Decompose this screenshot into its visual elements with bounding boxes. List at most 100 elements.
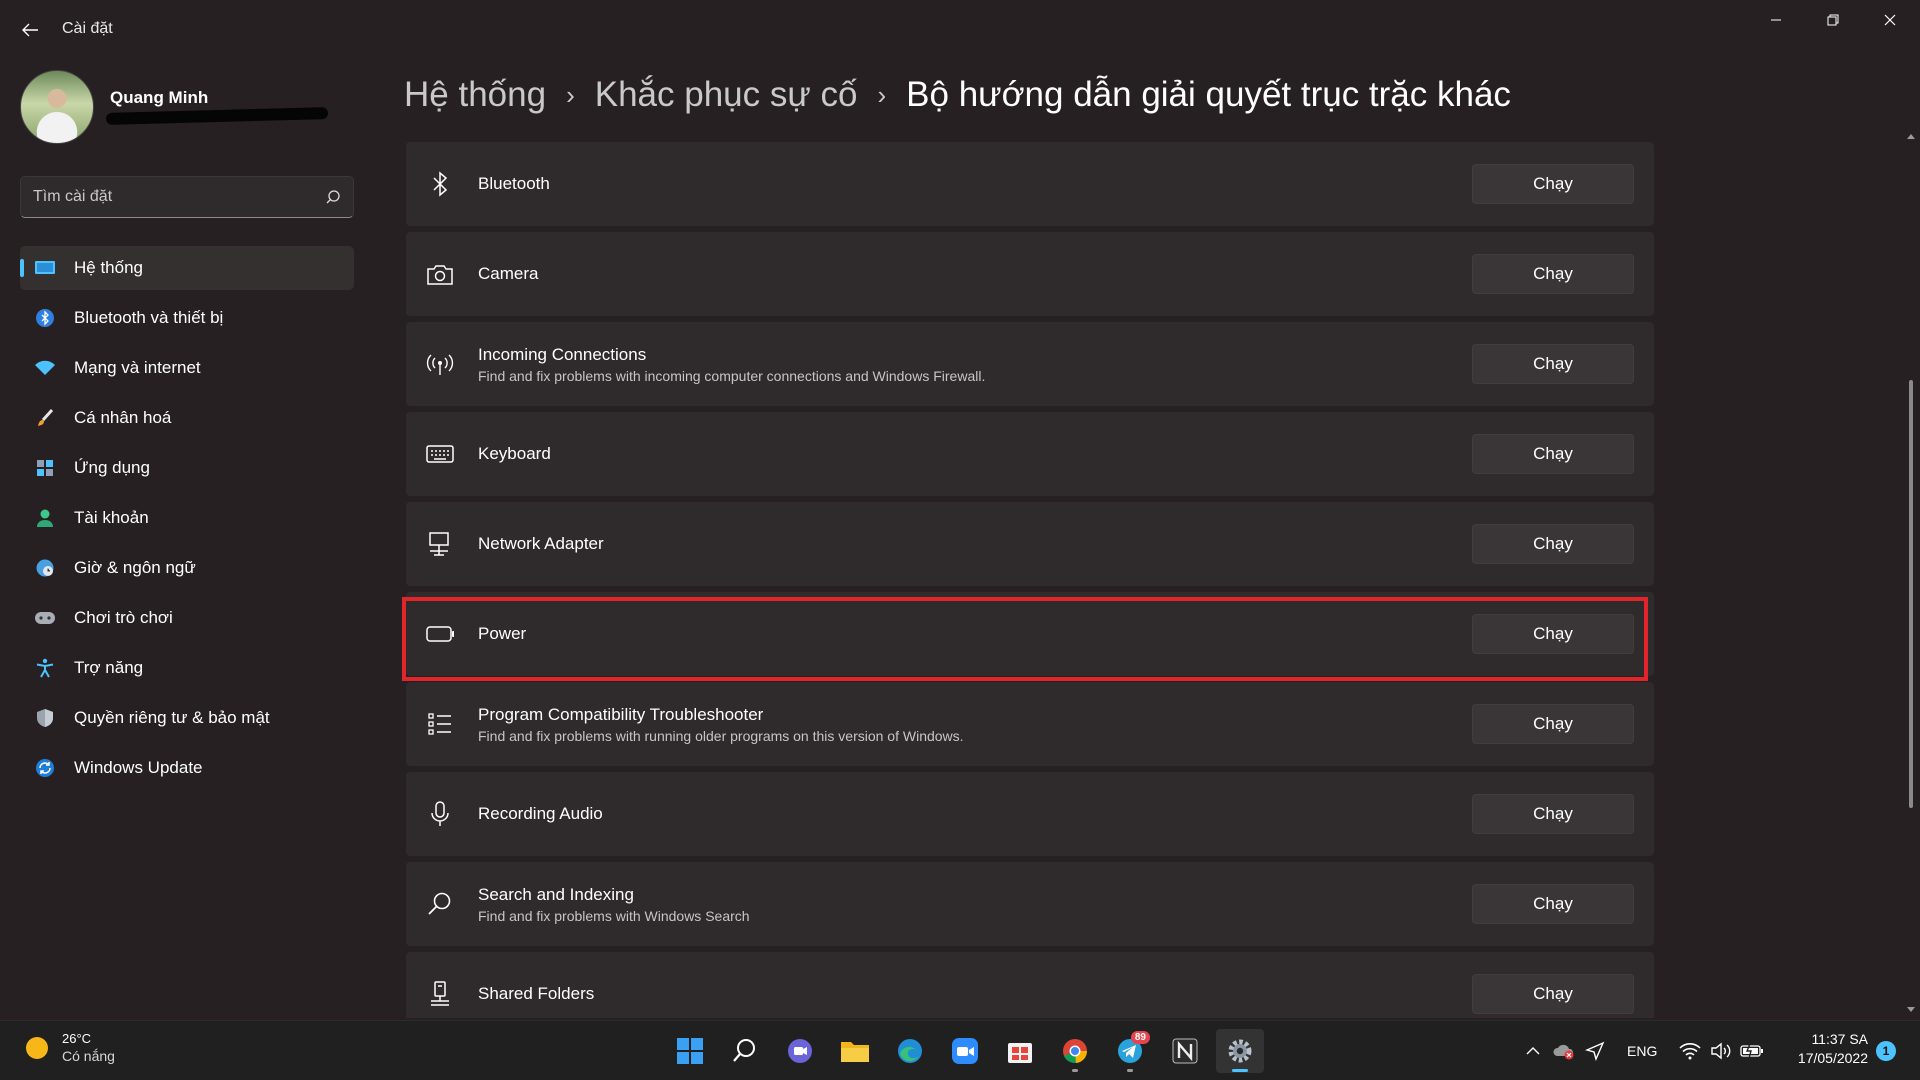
scrollbar[interactable]	[1906, 132, 1916, 1018]
minimize-button[interactable]	[1748, 0, 1804, 40]
run-incoming-connections-button[interactable]: Chạy	[1472, 344, 1634, 384]
file-explorer-button[interactable]	[831, 1029, 879, 1073]
notion-icon	[1172, 1038, 1198, 1064]
run-network-adapter-button[interactable]: Chạy	[1472, 524, 1634, 564]
settings-app-button[interactable]	[1216, 1029, 1264, 1073]
run-program-compatibility-button[interactable]: Chạy	[1472, 704, 1634, 744]
zoom-app-button[interactable]	[941, 1029, 989, 1073]
sidebar-item-accessibility[interactable]: Trợ năng	[20, 646, 354, 690]
minimize-icon	[1771, 19, 1781, 21]
input-language-button[interactable]: ENG	[1627, 1043, 1657, 1059]
troubleshooter-list: Bluetooth Chạy Camera Chạy Incoming Conn…	[406, 142, 1654, 1018]
notification-badge: 89	[1130, 1031, 1150, 1044]
troubleshooter-incoming-connections: Incoming Connections Find and fix proble…	[406, 322, 1654, 406]
location-tray-button[interactable]	[1580, 1036, 1610, 1066]
sidebar-item-label: Trợ năng	[74, 658, 144, 677]
search-icon	[326, 190, 340, 204]
sidebar-item-label: Chơi trò chơi	[74, 608, 173, 627]
navigation-arrow-icon	[1585, 1041, 1605, 1061]
shared-folder-icon	[426, 980, 454, 1008]
sidebar-item-network[interactable]: Mạng và internet	[20, 346, 354, 390]
run-power-button[interactable]: Chạy	[1472, 614, 1634, 654]
breadcrumb-separator: ›	[877, 79, 887, 110]
clock-button[interactable]: 11:37 SA 17/05/2022	[1768, 1031, 1868, 1066]
camera-icon	[426, 260, 454, 288]
sidebar-item-privacy[interactable]: Quyền riêng tư & bảo mật	[20, 696, 354, 740]
battery-tray-button[interactable]	[1737, 1036, 1767, 1066]
notion-app-button[interactable]	[1161, 1029, 1209, 1073]
sidebar-item-label: Ứng dụng	[74, 458, 150, 477]
notification-center-badge[interactable]: 1	[1876, 1041, 1896, 1061]
telegram-app-button[interactable]: 89	[1106, 1029, 1154, 1073]
sidebar-item-personalization[interactable]: Cá nhân hoá	[20, 396, 354, 440]
sidebar-item-bluetooth-devices[interactable]: Bluetooth và thiết bị	[20, 296, 354, 340]
troubleshooter-title: Incoming Connections	[478, 344, 647, 364]
troubleshooter-title: Network Adapter	[478, 534, 604, 553]
edge-icon	[898, 1039, 922, 1063]
troubleshooter-title: Program Compatibility Troubleshooter	[478, 704, 764, 724]
back-arrow-icon	[22, 23, 38, 37]
edge-browser-button[interactable]	[886, 1029, 934, 1073]
run-camera-button[interactable]: Chạy	[1472, 254, 1634, 294]
troubleshooter-recording-audio: Recording Audio Chạy	[406, 772, 1654, 856]
restore-icon	[1827, 14, 1839, 26]
sidebar-item-time-language[interactable]: Giờ & ngôn ngữ	[20, 546, 354, 590]
shield-icon	[34, 707, 56, 729]
chrome-icon	[1063, 1039, 1088, 1064]
close-button[interactable]	[1862, 0, 1918, 40]
taskbar-search-button[interactable]	[721, 1029, 769, 1073]
search-input[interactable]	[33, 188, 325, 206]
store-app-button[interactable]	[996, 1029, 1044, 1073]
sidebar-item-system[interactable]: Hệ thống	[20, 246, 354, 290]
sidebar-item-accounts[interactable]: Tài khoản	[20, 496, 354, 540]
accessibility-icon	[34, 657, 56, 679]
onedrive-tray-button[interactable]	[1549, 1036, 1579, 1066]
clock-time: 11:37 SA	[1811, 1031, 1868, 1047]
sidebar-item-label: Cá nhân hoá	[74, 408, 172, 427]
gamepad-icon	[34, 607, 56, 629]
chevron-up-icon	[1526, 1047, 1540, 1055]
taskbar-apps: 89	[666, 1029, 1271, 1073]
chrome-browser-button[interactable]	[1051, 1029, 1099, 1073]
breadcrumb-system[interactable]: Hệ thống	[404, 75, 546, 115]
scroll-thumb[interactable]	[1909, 380, 1913, 808]
start-button[interactable]	[666, 1029, 714, 1073]
scroll-up-icon[interactable]	[1906, 132, 1916, 144]
troubleshooter-title: Bluetooth	[478, 174, 550, 193]
weather-widget[interactable]: 26°C Có nắng	[26, 1031, 115, 1064]
system-tray: ENG	[1518, 1021, 1768, 1080]
sidebar-item-apps[interactable]: Ứng dụng	[20, 446, 354, 490]
wifi-tray-button[interactable]	[1675, 1036, 1705, 1066]
folder-icon	[841, 1042, 869, 1062]
troubleshooter-program-compatibility: Program Compatibility Troubleshooter Fin…	[406, 682, 1654, 766]
restore-button[interactable]	[1805, 0, 1861, 40]
run-bluetooth-button[interactable]: Chạy	[1472, 164, 1634, 204]
run-shared-folders-button[interactable]: Chạy	[1472, 974, 1634, 1014]
list-icon	[426, 710, 454, 738]
troubleshooter-keyboard: Keyboard Chạy	[406, 412, 1654, 496]
person-icon	[34, 507, 56, 529]
bluetooth-icon	[34, 307, 56, 329]
breadcrumb-troubleshoot[interactable]: Khắc phục sự cố	[595, 75, 858, 115]
back-button[interactable]	[14, 14, 46, 46]
run-recording-audio-button[interactable]: Chạy	[1472, 794, 1634, 834]
avatar[interactable]	[20, 70, 94, 144]
sidebar-item-windows-update[interactable]: Windows Update	[20, 746, 354, 790]
sidebar-item-label: Giờ & ngôn ngữ	[74, 558, 196, 577]
troubleshooter-description: Find and fix problems with Windows Searc…	[478, 907, 750, 924]
run-search-indexing-button[interactable]: Chạy	[1472, 884, 1634, 924]
volume-tray-button[interactable]	[1706, 1036, 1736, 1066]
teams-chat-button[interactable]	[776, 1029, 824, 1073]
update-icon	[34, 757, 56, 779]
sidebar-item-label: Tài khoản	[74, 508, 149, 527]
troubleshooter-description: Find and fix problems with incoming comp…	[478, 367, 986, 384]
sidebar-item-gaming[interactable]: Chơi trò chơi	[20, 596, 354, 640]
weather-condition: Có nắng	[62, 1048, 115, 1064]
video-camera-icon	[952, 1038, 978, 1064]
scroll-down-icon[interactable]	[1906, 1006, 1916, 1018]
show-hidden-icons-button[interactable]	[1518, 1036, 1548, 1066]
run-keyboard-button[interactable]: Chạy	[1472, 434, 1634, 474]
wifi-icon	[34, 357, 56, 379]
settings-search[interactable]	[20, 176, 354, 218]
apps-icon	[34, 457, 56, 479]
